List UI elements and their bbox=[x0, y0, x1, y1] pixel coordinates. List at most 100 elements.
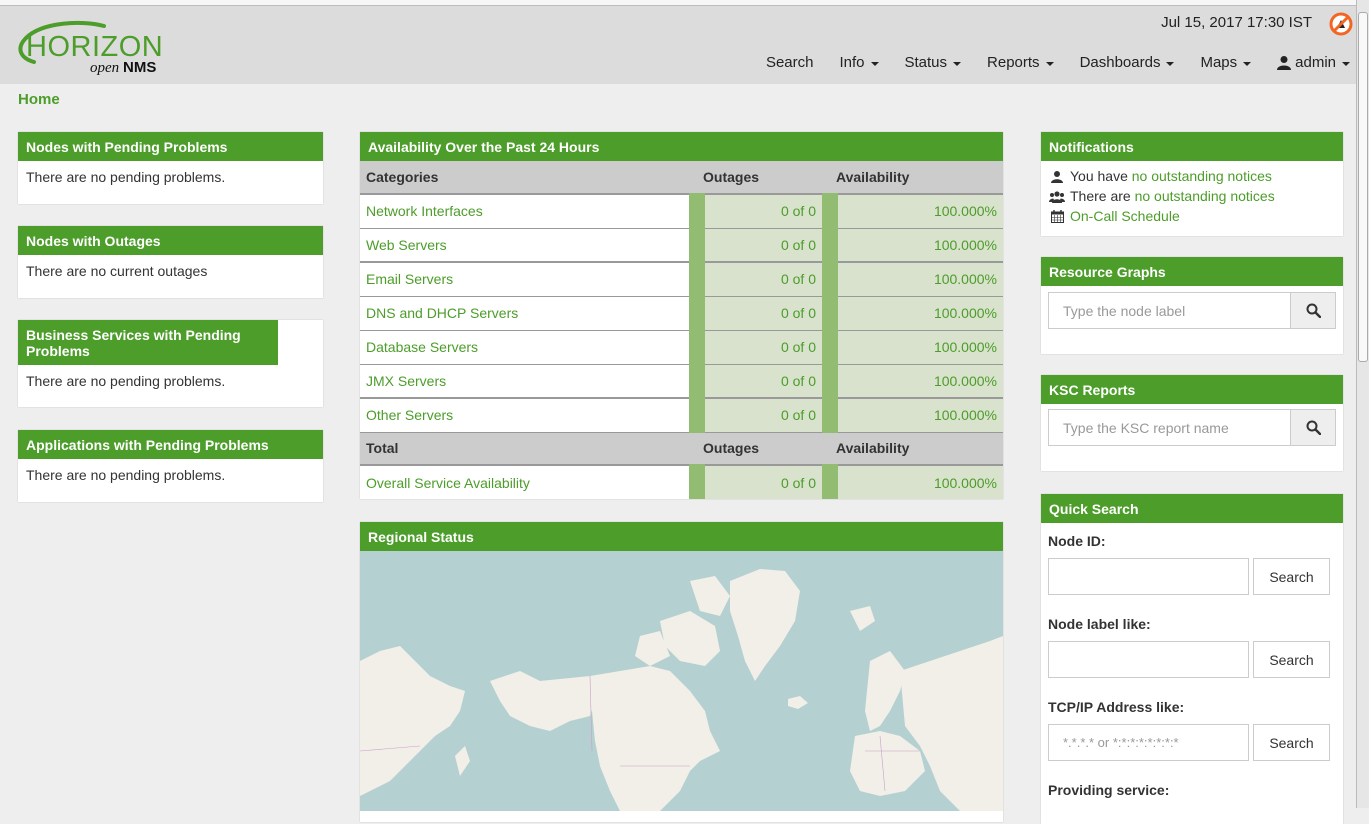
col-categories: Categories bbox=[360, 161, 697, 195]
overall-availability-link[interactable]: Overall Service Availability bbox=[360, 465, 697, 499]
panel-nodes-pending-problems: Nodes with Pending Problems There are no… bbox=[18, 132, 323, 204]
svg-text:open: open bbox=[90, 60, 119, 76]
breadcrumb-home[interactable]: Home bbox=[18, 91, 60, 108]
panel-title[interactable]: Applications with Pending Problems bbox=[18, 430, 323, 459]
node-label-search-button[interactable]: Search bbox=[1253, 641, 1330, 678]
nav-maps[interactable]: Maps bbox=[1200, 54, 1252, 71]
oncall-schedule-link[interactable]: On-Call Schedule bbox=[1070, 206, 1180, 226]
node-id-search-button[interactable]: Search bbox=[1253, 558, 1330, 595]
search-icon bbox=[1306, 420, 1321, 435]
node-label-input[interactable] bbox=[1048, 292, 1291, 329]
category-link[interactable]: Email Servers bbox=[360, 262, 697, 297]
table-row: DNS and DHCP Servers 0 of 0 100.000% bbox=[360, 296, 1003, 331]
col-availability: Availability bbox=[830, 161, 1003, 195]
panel-body-text: There are no pending problems. bbox=[26, 169, 226, 185]
outages-value: 0 of 0 bbox=[689, 228, 830, 263]
category-link[interactable]: JMX Servers bbox=[360, 364, 697, 399]
table-row: Web Servers 0 of 0 100.000% bbox=[360, 228, 1003, 263]
panel-title[interactable]: KSC Reports bbox=[1041, 375, 1343, 404]
ip-address-label: TCP/IP Address like: bbox=[1048, 699, 1185, 715]
ksc-search-button[interactable] bbox=[1291, 409, 1336, 446]
category-link[interactable]: Other Servers bbox=[360, 398, 697, 433]
page-scrollbar[interactable] bbox=[1356, 0, 1369, 808]
nav-reports-label: Reports bbox=[987, 54, 1040, 71]
panel-body-text: There are no current outages bbox=[26, 263, 208, 279]
providing-service-label: Providing service: bbox=[1048, 782, 1170, 798]
panel-title[interactable]: Nodes with Pending Problems bbox=[18, 132, 323, 161]
world-map-land bbox=[360, 569, 1003, 811]
nav-reports[interactable]: Reports bbox=[987, 54, 1054, 71]
nav-dashboards[interactable]: Dashboards bbox=[1080, 54, 1175, 71]
search-icon bbox=[1306, 303, 1321, 318]
horizon-opennms-logo[interactable]: HORIZON open NMS bbox=[12, 16, 172, 76]
server-datetime: Jul 15, 2017 17:30 IST bbox=[1161, 14, 1312, 31]
nav-status-label: Status bbox=[904, 54, 948, 71]
table-row: JMX Servers 0 of 0 100.000% bbox=[360, 364, 1003, 399]
main-nav: Search Info Status Reports Dashboards Ma… bbox=[740, 54, 1350, 71]
all-notices-link[interactable]: no outstanding notices bbox=[1135, 186, 1275, 206]
node-label-row: Search bbox=[1048, 641, 1336, 678]
availability-value: 100.000% bbox=[822, 330, 1003, 365]
panel-title[interactable]: Resource Graphs bbox=[1041, 257, 1343, 286]
caret-down-icon bbox=[953, 61, 962, 66]
panel-applications: Applications with Pending Problems There… bbox=[18, 430, 323, 502]
table-row: Database Servers 0 of 0 100.000% bbox=[360, 330, 1003, 365]
panel-body-text: There are no pending problems. bbox=[26, 467, 226, 483]
table-row: Other Servers 0 of 0 100.000% bbox=[360, 398, 1003, 433]
category-link[interactable]: Network Interfaces bbox=[360, 194, 697, 229]
panel-title: Availability Over the Past 24 Hours bbox=[360, 132, 1003, 161]
nav-status[interactable]: Status bbox=[905, 54, 962, 71]
category-link[interactable]: DNS and DHCP Servers bbox=[360, 296, 697, 331]
panel-availability: Availability Over the Past 24 Hours Cate… bbox=[360, 132, 1003, 499]
total-outages-value: 0 of 0 bbox=[689, 465, 830, 499]
caret-down-icon bbox=[1045, 61, 1054, 66]
notification-prefix: You have bbox=[1070, 168, 1128, 184]
table-header-row: Categories Outages Availability bbox=[360, 161, 1003, 195]
calendar-icon bbox=[1049, 209, 1065, 223]
availability-table: Categories Outages Availability Network … bbox=[360, 161, 1003, 499]
col-total-outages: Outages bbox=[697, 432, 830, 466]
node-id-input[interactable] bbox=[1048, 558, 1249, 595]
panel-quick-search: Quick Search Node ID: Search Node label … bbox=[1041, 494, 1343, 824]
outages-value: 0 of 0 bbox=[689, 194, 830, 229]
panel-title[interactable]: Nodes with Outages bbox=[18, 226, 323, 255]
user-notices-link[interactable]: no outstanding notices bbox=[1132, 166, 1272, 186]
col-total: Total bbox=[360, 432, 697, 466]
user-icon bbox=[1049, 170, 1065, 183]
panel-title[interactable]: Notifications bbox=[1041, 132, 1343, 161]
bell-slash-icon[interactable] bbox=[1329, 12, 1353, 36]
nav-search[interactable]: Search bbox=[766, 54, 814, 71]
regional-map[interactable] bbox=[360, 551, 1003, 811]
resource-graphs-search-button[interactable] bbox=[1291, 292, 1336, 329]
category-link[interactable]: Database Servers bbox=[360, 330, 697, 365]
notification-user-line: You have no outstanding notices bbox=[1049, 166, 1335, 186]
resource-graphs-search-group bbox=[1048, 292, 1336, 329]
table-row: Network Interfaces 0 of 0 100.000% bbox=[360, 194, 1003, 229]
nav-user-admin[interactable]: admin bbox=[1277, 54, 1350, 71]
panel-ksc-reports: KSC Reports bbox=[1041, 375, 1343, 471]
panel-title[interactable]: Business Services with Pending Problems bbox=[18, 320, 278, 365]
caret-down-icon bbox=[1243, 61, 1252, 66]
panel-regional-status: Regional Status bbox=[360, 522, 1003, 822]
user-icon bbox=[1277, 55, 1292, 70]
node-label-like-input[interactable] bbox=[1048, 641, 1249, 678]
nav-info[interactable]: Info bbox=[839, 54, 879, 71]
panel-resource-graphs: Resource Graphs bbox=[1041, 257, 1343, 354]
table-row: Email Servers 0 of 0 100.000% bbox=[360, 262, 1003, 297]
node-label-like-label: Node label like: bbox=[1048, 616, 1151, 632]
caret-down-icon bbox=[870, 61, 879, 66]
header-bar: HORIZON open NMS Jul 15, 2017 17:30 IST … bbox=[0, 6, 1356, 84]
panel-business-services: Business Services with Pending Problems … bbox=[18, 320, 323, 407]
scrollbar-thumb[interactable] bbox=[1358, 12, 1368, 362]
category-link[interactable]: Web Servers bbox=[360, 228, 697, 263]
svg-text:NMS: NMS bbox=[123, 59, 156, 76]
notification-prefix: There are bbox=[1070, 188, 1131, 204]
ip-address-search-button[interactable]: Search bbox=[1253, 724, 1330, 761]
availability-value: 100.000% bbox=[822, 398, 1003, 433]
outages-value: 0 of 0 bbox=[689, 398, 830, 433]
nav-dashboards-label: Dashboards bbox=[1079, 54, 1161, 71]
ip-address-input[interactable] bbox=[1048, 724, 1249, 761]
panel-title: Regional Status bbox=[360, 522, 1003, 551]
panel-body-text: There are no pending problems. bbox=[26, 373, 226, 389]
ksc-report-input[interactable] bbox=[1048, 409, 1291, 446]
